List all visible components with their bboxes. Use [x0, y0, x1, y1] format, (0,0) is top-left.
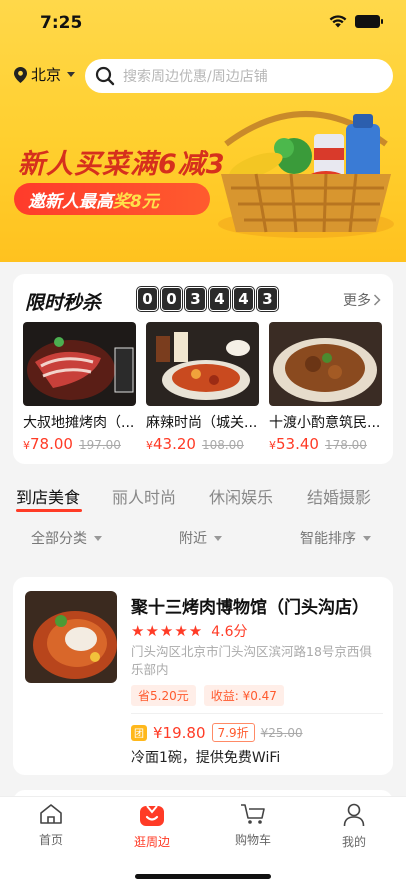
save-tag: 省5.20元: [131, 685, 196, 706]
search-icon: [95, 66, 115, 86]
tab-label: 我的: [341, 835, 366, 849]
tab-leisure[interactable]: 休闲娱乐: [209, 484, 273, 508]
tab-food[interactable]: 到店美食: [16, 484, 80, 508]
tab-label: 购物车: [234, 833, 271, 847]
chevron-right-icon: [373, 294, 381, 306]
store-rating: ★★★★★ 4.6分: [131, 621, 248, 641]
rating-stars: ★★★★★: [131, 622, 204, 640]
flash-sale-card: 限时秒杀 0 0 3 4 4 3 更多 大叔地摊烤肉（... ¥78.00 19…: [13, 274, 393, 464]
deal-photo-stew: [269, 322, 382, 406]
filter-distance[interactable]: 附近: [179, 528, 222, 548]
hero-banner[interactable]: 7:25 北京 搜索周边优惠/周边店铺 新人买菜满6减3 邀新人最高 奖8元: [0, 0, 406, 262]
profile-icon: [343, 803, 365, 827]
countdown-digit: 3: [257, 287, 278, 311]
group-deal-price: ¥19.80: [153, 723, 206, 742]
promo-invite-pill[interactable]: 邀新人最高 奖8元: [14, 183, 210, 215]
group-deal-row[interactable]: 团 ¥19.80 7.9折 ¥25.00: [131, 723, 303, 742]
category-tabs: 到店美食 丽人时尚 休闲娱乐 结婚摄影: [0, 476, 406, 520]
tab-home[interactable]: 首页: [21, 803, 81, 848]
store-address: 门头沟区北京市门头沟区滨河路18号京西俱乐部内: [131, 644, 372, 677]
status-bar: 7:25: [0, 0, 406, 46]
wifi-icon: [329, 15, 347, 28]
deal-name: 麻辣时尚（城关...: [146, 415, 258, 431]
group-deal-description: 冷面1碗，提供免费WiFi: [131, 750, 281, 766]
countdown-digit: 4: [233, 287, 254, 311]
divider: [131, 713, 383, 714]
countdown-digit: 0: [161, 287, 182, 311]
tab-nearby[interactable]: 逛周边: [122, 803, 182, 850]
cart-icon: [241, 804, 265, 824]
promo-invite-text: 邀新人最高: [28, 191, 113, 212]
filter-bar: 全部分类 附近 智能排序: [0, 522, 406, 556]
deal-original-price: 178.00: [324, 438, 367, 452]
tab-label: 首页: [38, 833, 63, 847]
active-tab-indicator: [16, 509, 82, 512]
status-icons: [329, 15, 383, 28]
deal-price: ¥53.40: [269, 435, 319, 453]
search-bar[interactable]: 搜索周边优惠/周边店铺: [85, 59, 393, 93]
group-deal-original: ¥25.00: [260, 725, 303, 740]
earn-tag: 收益: ¥0.47: [203, 685, 284, 706]
status-time: 7:25: [40, 13, 83, 33]
filter-sort[interactable]: 智能排序: [300, 528, 371, 548]
search-placeholder: 搜索周边优惠/周边店铺: [123, 69, 268, 85]
store-photo: [25, 591, 117, 683]
deal-name: 大叔地摊烤肉（...: [23, 415, 135, 431]
deal-photo-spicy: [146, 322, 259, 406]
flash-sale-item[interactable]: 麻辣时尚（城关... ¥43.20 108.00: [146, 322, 259, 453]
deal-original-price: 197.00: [78, 438, 121, 452]
chevron-down-icon: [67, 72, 76, 77]
flash-sale-item[interactable]: 大叔地摊烤肉（... ¥78.00 197.00: [23, 322, 136, 453]
tab-cart[interactable]: 购物车: [223, 803, 283, 848]
tab-wedding[interactable]: 结婚摄影: [307, 484, 371, 508]
flash-sale-items: 大叔地摊烤肉（... ¥78.00 197.00 麻辣时尚（城关... ¥43.…: [23, 322, 382, 453]
chevron-down-icon: [363, 535, 371, 541]
more-label: 更多: [343, 293, 371, 309]
tab-beauty[interactable]: 丽人时尚: [112, 484, 176, 508]
store-tags: 省5.20元 收益: ¥0.47: [131, 685, 284, 706]
promo-invite-highlight: 奖8元: [113, 191, 159, 212]
home-icon: [40, 804, 62, 824]
promo-headline: 新人买菜满6减3: [18, 149, 226, 180]
store-card[interactable]: 聚十三烤肉博物馆（门头沟店） ★★★★★ 4.6分 门头沟区北京市门头沟区滨河路…: [13, 577, 393, 775]
tab-label: 逛周边: [133, 835, 170, 849]
chevron-down-icon: [94, 535, 102, 541]
grocery-basket-illustration: [218, 111, 394, 238]
flash-sale-title: 限时秒杀: [25, 292, 102, 314]
location-pin-icon: [14, 66, 27, 83]
battery-icon: [355, 15, 383, 28]
deal-price: ¥43.20: [146, 435, 196, 453]
tab-profile[interactable]: 我的: [324, 803, 384, 850]
flash-sale-more-link[interactable]: 更多: [343, 290, 381, 310]
deal-name: 十渡小酌意筑民...: [269, 415, 381, 431]
deal-original-price: 108.00: [201, 438, 244, 452]
countdown-digit: 4: [209, 287, 230, 311]
rating-score: 4.6分: [211, 624, 248, 640]
countdown-digit: 3: [185, 287, 206, 311]
nearby-icon: [140, 805, 164, 826]
store-name: 聚十三烤肉博物馆（门头沟店）: [131, 598, 369, 618]
deal-price: ¥78.00: [23, 435, 73, 453]
countdown-digit: 0: [137, 287, 158, 311]
discount-badge: 7.9折: [211, 723, 255, 742]
city-label: 北京: [31, 66, 62, 84]
deal-photo-bbq: [23, 322, 136, 406]
flash-sale-countdown: 0 0 3 4 4 3: [137, 287, 278, 311]
chevron-down-icon: [214, 535, 222, 541]
home-indicator: [135, 874, 271, 879]
group-buy-badge: 团: [131, 724, 147, 741]
filter-category[interactable]: 全部分类: [31, 528, 102, 548]
city-selector[interactable]: 北京: [14, 64, 76, 85]
flash-sale-item[interactable]: 十渡小酌意筑民... ¥53.40 178.00: [269, 322, 382, 453]
